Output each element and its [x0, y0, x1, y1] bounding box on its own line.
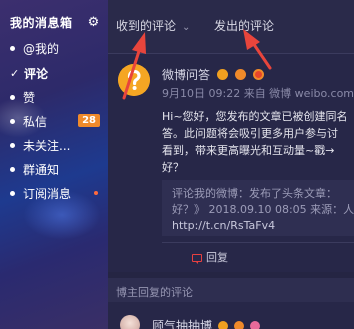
- sidebar-item-label: 私信: [23, 114, 48, 129]
- sidebar-item-private-messages[interactable]: 私信 28: [0, 110, 108, 132]
- tab-label: 发出的评论: [214, 19, 275, 33]
- sidebar: 我的消息箱 ⚙ @我的 ✓ 评论 赞 私信 28 未关注... 群通知 订阅消息: [0, 0, 108, 329]
- reply-button[interactable]: 回复: [192, 249, 228, 265]
- sidebar-title: 我的消息箱: [10, 15, 73, 30]
- message-body: Hi~您好，您发布的文章已被创建同名 答。此问题将会吸引更多用户参与讨 看到，带…: [162, 108, 354, 176]
- reply-icon: [192, 254, 202, 264]
- bullet-icon: [10, 190, 15, 196]
- tab-received-comments[interactable]: 收到的评论 ⌄: [116, 17, 190, 34]
- verified-badge-icon: [216, 69, 228, 80]
- bullet-icon: [10, 166, 15, 172]
- bullet-icon: [10, 94, 15, 100]
- sidebar-item-label: 未关注...: [23, 138, 71, 153]
- quote-link[interactable]: http://t.cn/RsTaFv4: [172, 218, 354, 234]
- avatar[interactable]: [118, 64, 150, 96]
- sidebar-item-label: @我的: [23, 41, 60, 56]
- message-line: 看到，带来更高曝光和互动量~戳→: [162, 144, 335, 157]
- bullet-icon: [10, 118, 15, 124]
- sidebar-item-label: 群通知: [23, 162, 60, 177]
- bullet-icon: [10, 45, 15, 51]
- chevron-down-icon[interactable]: ⌄: [182, 22, 190, 33]
- sidebar-item-subscriptions[interactable]: 订阅消息: [0, 182, 108, 204]
- divider: [162, 242, 354, 243]
- timestamp-source: 9月10日 09:22 来自 微博 weibo.com: [162, 87, 354, 100]
- avatar[interactable]: [120, 315, 140, 329]
- question-mark-icon: [118, 64, 150, 96]
- reply-label: 回复: [206, 251, 228, 264]
- message-line: 答。此问题将会吸引更多用户参与讨: [162, 127, 338, 140]
- flower-icon: [249, 321, 260, 329]
- sidebar-item-unfollowed[interactable]: 未关注...: [0, 134, 108, 156]
- comment-tabs: 收到的评论 ⌄ 发出的评论: [108, 0, 354, 54]
- tab-label: 收到的评论: [116, 19, 177, 33]
- sidebar-item-likes[interactable]: 赞: [0, 86, 108, 108]
- message-line: 好？: [162, 161, 184, 174]
- quote-line: 好？》 2018.09.10 08:05 来源：人: [172, 203, 354, 216]
- checkmark-icon: ✓: [10, 66, 20, 80]
- sender-line: 微博问答: [162, 66, 264, 83]
- quote-line: 评论我的微博：发布了头条文章：: [172, 187, 337, 200]
- member-crown-icon: [234, 69, 246, 80]
- new-dot-indicator: [94, 191, 98, 195]
- section-header: 博主回复的评论: [108, 278, 354, 302]
- quoted-post[interactable]: 评论我的微博：发布了头条文章： 好？》 2018.09.10 08:05 来源：…: [162, 180, 354, 236]
- list-item[interactable]: 顾气抽抽博: [108, 302, 354, 329]
- sender-name[interactable]: 微博问答: [162, 68, 210, 82]
- tab-sent-comments[interactable]: 发出的评论: [214, 17, 274, 34]
- verified-badge-icon: [217, 321, 228, 329]
- gear-icon[interactable]: ⚙: [87, 16, 100, 29]
- comment-card: 微博问答 9月10日 09:22 来自 微博 weibo.com Hi~您好，您…: [108, 54, 354, 272]
- comment-list: 微博问答 9月10日 09:22 来自 微博 weibo.com Hi~您好，您…: [108, 54, 354, 329]
- sidebar-item-group-notices[interactable]: 群通知: [0, 158, 108, 180]
- sidebar-item-label: 赞: [23, 90, 36, 105]
- sidebar-item-label: 订阅消息: [23, 186, 72, 201]
- sidebar-item-comments[interactable]: ✓ 评论: [0, 62, 108, 84]
- commenter-line: 顾气抽抽博: [152, 317, 260, 329]
- message-line: Hi~您好，您发布的文章已被创建同名: [162, 110, 348, 123]
- bullet-icon: [10, 142, 15, 148]
- unread-count-badge: 28: [78, 114, 100, 127]
- commenter-name[interactable]: 顾气抽抽博: [152, 319, 212, 329]
- member-crown-icon: [233, 321, 244, 329]
- sidebar-item-label: 评论: [24, 66, 49, 81]
- level-badge-icon: [252, 69, 264, 80]
- sidebar-header: 我的消息箱 ⚙: [0, 10, 108, 34]
- sidebar-item-mentions[interactable]: @我的: [0, 37, 108, 59]
